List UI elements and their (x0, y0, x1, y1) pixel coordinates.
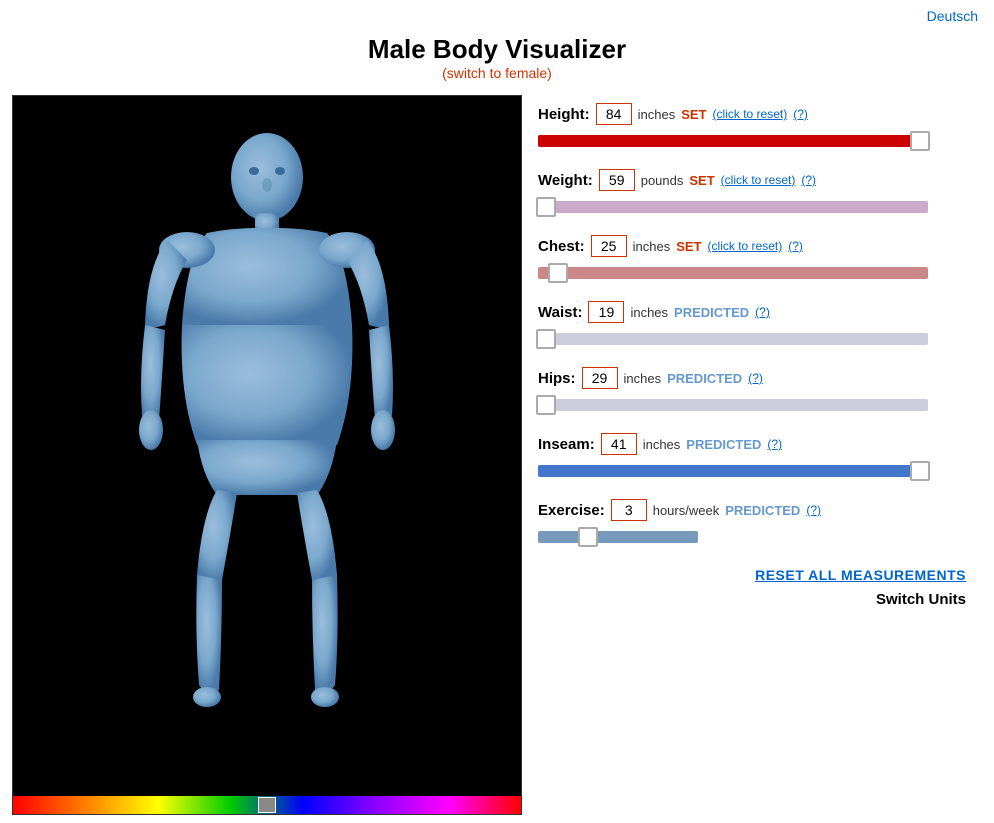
switch-units-button[interactable]: Switch Units (876, 591, 966, 608)
exercise-label: Exercise: (538, 502, 605, 519)
height-label: Height: (538, 106, 590, 123)
waist-slider-thumb[interactable] (536, 329, 556, 349)
height-help[interactable]: (?) (793, 107, 808, 121)
height-unit: inches (638, 107, 676, 122)
chest-label: Chest: (538, 238, 585, 255)
body-figure (13, 96, 521, 814)
height-control: Height: 84 inches SET (click to reset) (… (538, 103, 966, 151)
height-slider-container (538, 131, 966, 151)
weight-unit: pounds (641, 173, 684, 188)
inseam-slider-track[interactable] (538, 465, 928, 477)
weight-value[interactable]: 59 (599, 169, 635, 191)
waist-status: PREDICTED (674, 305, 749, 320)
hips-label: Hips: (538, 370, 576, 387)
inseam-label: Inseam: (538, 436, 595, 453)
model-panel (12, 95, 522, 815)
weight-slider-track[interactable] (538, 201, 928, 213)
hips-slider-container (538, 395, 966, 415)
weight-help[interactable]: (?) (801, 173, 816, 187)
chest-reset[interactable]: (click to reset) (708, 239, 783, 253)
weight-reset[interactable]: (click to reset) (721, 173, 796, 187)
inseam-status: PREDICTED (686, 437, 761, 452)
waist-slider-track[interactable] (538, 333, 928, 345)
chest-control: Chest: 25 inches SET (click to reset) (?… (538, 235, 966, 283)
inseam-unit: inches (643, 437, 681, 452)
chest-slider-track[interactable] (538, 267, 928, 279)
weight-control: Weight: 59 pounds SET (click to reset) (… (538, 169, 966, 217)
chest-status: SET (676, 239, 701, 254)
height-reset[interactable]: (click to reset) (713, 107, 788, 121)
color-bar (13, 796, 521, 814)
hips-slider-thumb[interactable] (536, 395, 556, 415)
chest-value[interactable]: 25 (591, 235, 627, 257)
waist-value[interactable]: 19 (588, 301, 624, 323)
chest-unit: inches (633, 239, 671, 254)
inseam-value[interactable]: 41 (601, 433, 637, 455)
hips-value[interactable]: 29 (582, 367, 618, 389)
body-svg (107, 125, 427, 785)
exercise-value[interactable]: 3 (611, 499, 647, 521)
waist-slider-container (538, 329, 966, 349)
hips-help[interactable]: (?) (748, 371, 763, 385)
weight-slider-thumb[interactable] (536, 197, 556, 217)
height-value[interactable]: 84 (596, 103, 632, 125)
exercise-slider-container (538, 527, 966, 547)
inseam-help[interactable]: (?) (767, 437, 782, 451)
weight-slider-container (538, 197, 966, 217)
weight-label: Weight: (538, 172, 593, 189)
exercise-unit: hours/week (653, 503, 719, 518)
chest-slider-thumb[interactable] (548, 263, 568, 283)
switch-gender-link[interactable]: (switch to female) (442, 65, 552, 81)
controls-panel: Height: 84 inches SET (click to reset) (… (522, 95, 982, 815)
hips-control: Hips: 29 inches PREDICTED (?) (538, 367, 966, 415)
waist-unit: inches (630, 305, 668, 320)
height-slider-thumb[interactable] (910, 131, 930, 151)
waist-control: Waist: 19 inches PREDICTED (?) (538, 301, 966, 349)
hips-slider-track[interactable] (538, 399, 928, 411)
chest-help[interactable]: (?) (788, 239, 803, 253)
chest-slider-container (538, 263, 966, 283)
exercise-status: PREDICTED (725, 503, 800, 518)
height-slider-track[interactable] (538, 135, 928, 147)
color-bar-thumb[interactable] (258, 797, 276, 813)
deutsch-link[interactable]: Deutsch (927, 8, 978, 24)
height-status: SET (681, 107, 706, 122)
page-title: Male Body Visualizer (0, 34, 994, 65)
bottom-actions: RESET ALL MEASUREMENTS Switch Units (538, 567, 966, 608)
reset-all-button[interactable]: RESET ALL MEASUREMENTS (755, 567, 966, 583)
exercise-help[interactable]: (?) (806, 503, 821, 517)
hips-status: PREDICTED (667, 371, 742, 386)
waist-label: Waist: (538, 304, 582, 321)
exercise-slider-thumb[interactable] (578, 527, 598, 547)
inseam-slider-thumb[interactable] (910, 461, 930, 481)
hips-unit: inches (624, 371, 662, 386)
exercise-slider-track[interactable] (538, 531, 698, 543)
waist-help[interactable]: (?) (755, 305, 770, 319)
inseam-control: Inseam: 41 inches PREDICTED (?) (538, 433, 966, 481)
inseam-slider-container (538, 461, 966, 481)
exercise-control: Exercise: 3 hours/week PREDICTED (?) (538, 499, 966, 547)
weight-status: SET (689, 173, 714, 188)
